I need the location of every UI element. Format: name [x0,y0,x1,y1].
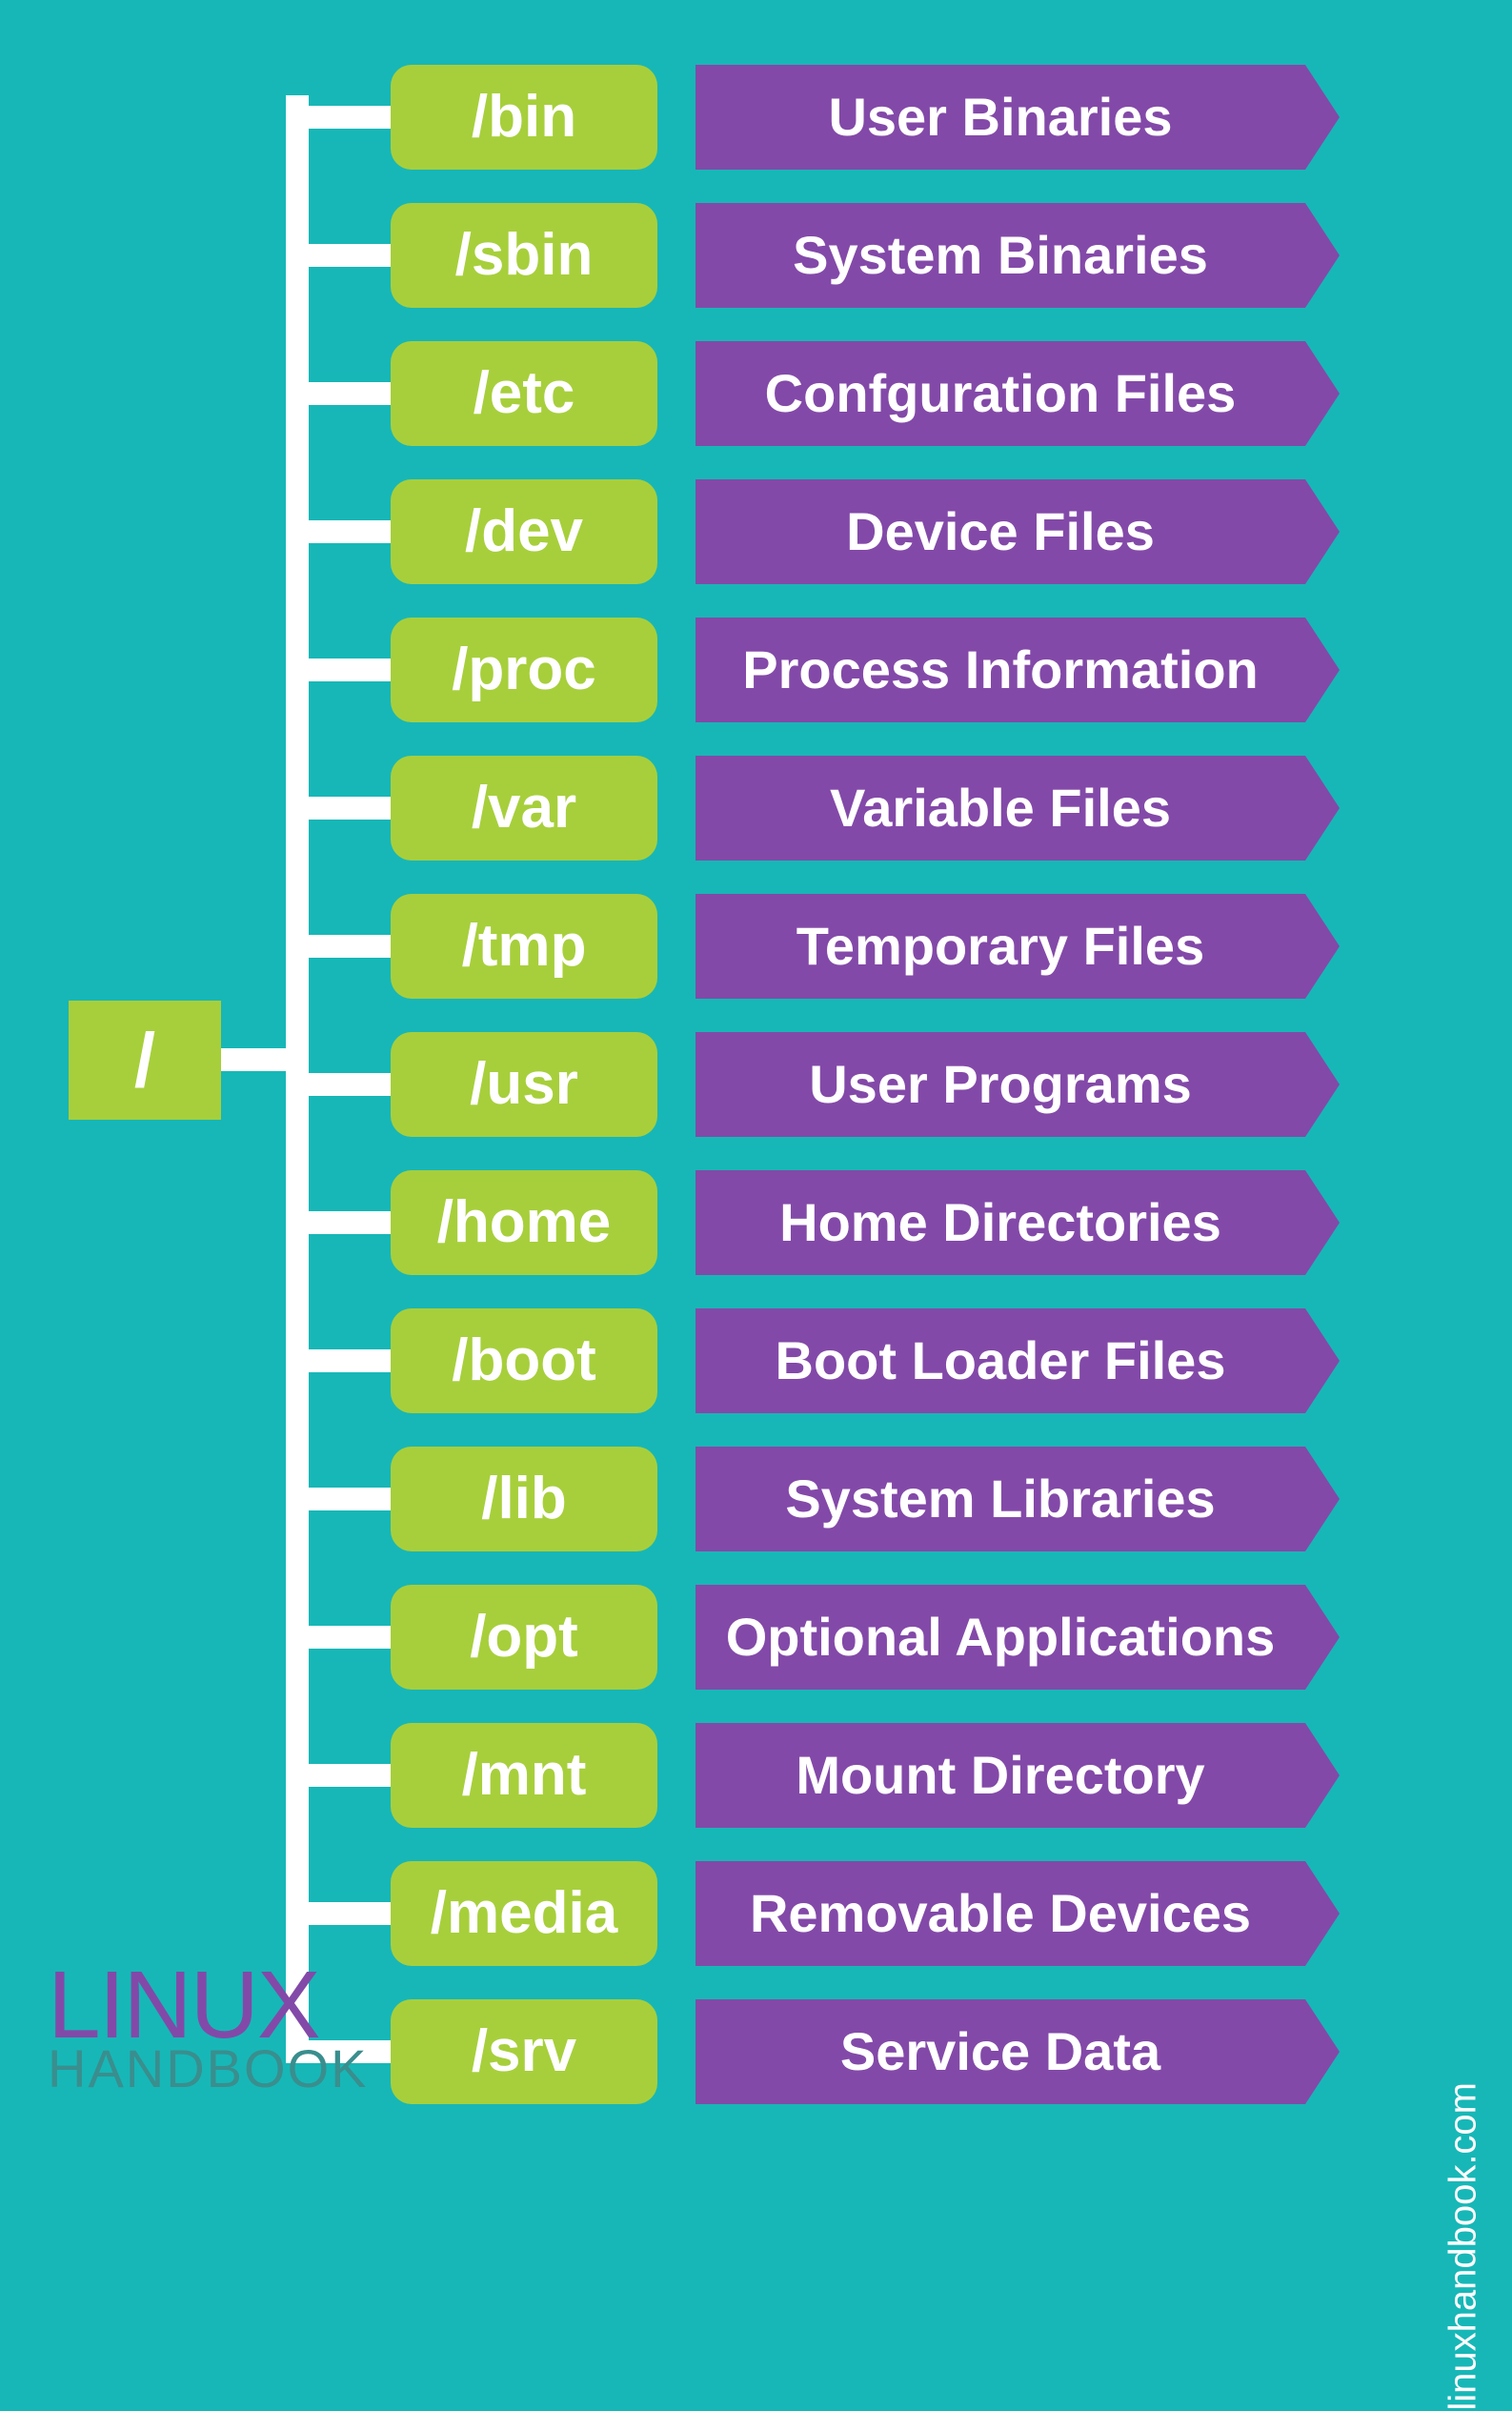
directory-description-node: System Libraries [696,1447,1305,1551]
directory-description-label: Home Directories [779,1191,1221,1253]
directory-path-label: /var [472,774,576,841]
directory-path-label: /mnt [462,1741,587,1809]
brand-line2: HANDBOOK [48,2046,369,2092]
directory-row: /srv Service Data [286,1982,1315,2120]
directory-path-label: /srv [472,2017,576,2085]
directory-row: /mnt Mount Directory [286,1706,1315,1844]
directory-description-label: Confguration Files [765,362,1237,424]
directory-row: /boot Boot Loader Files [286,1291,1315,1429]
directory-path-label: /sbin [455,221,594,289]
tree-branch [286,382,391,405]
tree-branch [286,106,391,129]
directory-description-label: Process Information [742,638,1258,700]
directory-description-label: User Programs [809,1053,1192,1115]
directory-row: /bin User Binaries [286,48,1315,186]
tree-branch [286,658,391,681]
tree-branch [286,1211,391,1234]
directory-description-node: Confguration Files [696,341,1305,446]
directory-path-label: /lib [481,1465,567,1532]
directory-row: /lib System Libraries [286,1429,1315,1568]
directory-path-label: /home [437,1188,612,1256]
directory-row: /usr User Programs [286,1015,1315,1153]
directory-path-node: /lib [391,1447,657,1551]
directory-description-node: Optional Applications [696,1585,1305,1690]
directory-row: /tmp Temporary Files [286,877,1315,1015]
directory-path-label: /dev [465,497,583,565]
directory-description-node: Variable Files [696,756,1305,861]
tree-branch [286,244,391,267]
directory-path-node: /sbin [391,203,657,308]
directory-description-label: Temporary Files [796,915,1204,977]
directory-description-label: Optional Applications [726,1606,1276,1668]
directory-description-node: Temporary Files [696,894,1305,999]
directory-description-label: Variable Files [830,777,1171,839]
tree-branch [286,1764,391,1787]
tree-branch [286,1349,391,1372]
directory-row: /var Variable Files [286,739,1315,877]
directory-description-node: Mount Directory [696,1723,1305,1828]
directory-path-label: /proc [452,636,596,703]
directory-path-node: /dev [391,479,657,584]
directory-row: /media Removable Devices [286,1844,1315,1982]
directory-rows: /bin User Binaries/sbin System Binaries/et… [286,48,1315,2120]
brand-line1: LINUX [48,1965,369,2046]
directory-path-node: /opt [391,1585,657,1690]
directory-description-node: Home Directories [696,1170,1305,1275]
directory-path-label: /tmp [462,912,587,980]
directory-row: /home Home Directories [286,1153,1315,1291]
tree-branch [286,1902,391,1925]
directory-path-label: /usr [470,1050,578,1118]
directory-description-label: Removable Devices [750,1882,1251,1944]
directory-path-node: /tmp [391,894,657,999]
directory-row: /proc Process Information [286,600,1315,739]
directory-description-label: Boot Loader Files [776,1329,1226,1391]
tree-branch [286,1488,391,1510]
directory-row: /dev Device Files [286,462,1315,600]
source-url: linuxhandbook.com [1442,2082,1485,2411]
directory-description-label: Mount Directory [796,1744,1204,1806]
directory-path-label: /etc [474,359,575,427]
directory-description-label: System Libraries [785,1468,1215,1530]
directory-path-label: /opt [470,1603,578,1671]
directory-path-node: /home [391,1170,657,1275]
directory-path-node: /media [391,1861,657,1966]
directory-description-node: Service Data [696,1999,1305,2104]
directory-description-node: Removable Devices [696,1861,1305,1966]
directory-row: /sbin System Binaries [286,186,1315,324]
directory-path-node: /usr [391,1032,657,1137]
directory-description-label: Service Data [840,2020,1160,2082]
directory-description-label: Device Files [846,500,1155,562]
directory-description-label: User Binaries [828,86,1172,148]
directory-path-node: /var [391,756,657,861]
directory-description-node: User Binaries [696,65,1305,170]
directory-path-node: /etc [391,341,657,446]
brand-logo: LINUX HANDBOOK [48,1965,369,2092]
directory-path-node: /srv [391,1999,657,2104]
tree-branch [286,935,391,958]
directory-path-node: /mnt [391,1723,657,1828]
directory-row: /etc Confguration Files [286,324,1315,462]
tree-branch [286,520,391,543]
directory-path-node: /proc [391,618,657,722]
directory-description-node: Device Files [696,479,1305,584]
directory-description-label: System Binaries [793,224,1208,286]
directory-path-label: /media [431,1879,617,1947]
root-directory-label: / [134,1017,155,1104]
root-directory-node: / [69,1001,221,1120]
directory-description-node: User Programs [696,1032,1305,1137]
tree-branch [286,797,391,820]
directory-path-label: /boot [452,1327,596,1394]
directory-description-node: System Binaries [696,203,1305,308]
directory-row: /opt Optional Applications [286,1568,1315,1706]
tree-branch [286,1073,391,1096]
directory-path-node: /bin [391,65,657,170]
directory-path-node: /boot [391,1308,657,1413]
directory-description-node: Process Information [696,618,1305,722]
directory-description-node: Boot Loader Files [696,1308,1305,1413]
tree-branch [286,1626,391,1649]
directory-path-label: /bin [472,83,576,151]
